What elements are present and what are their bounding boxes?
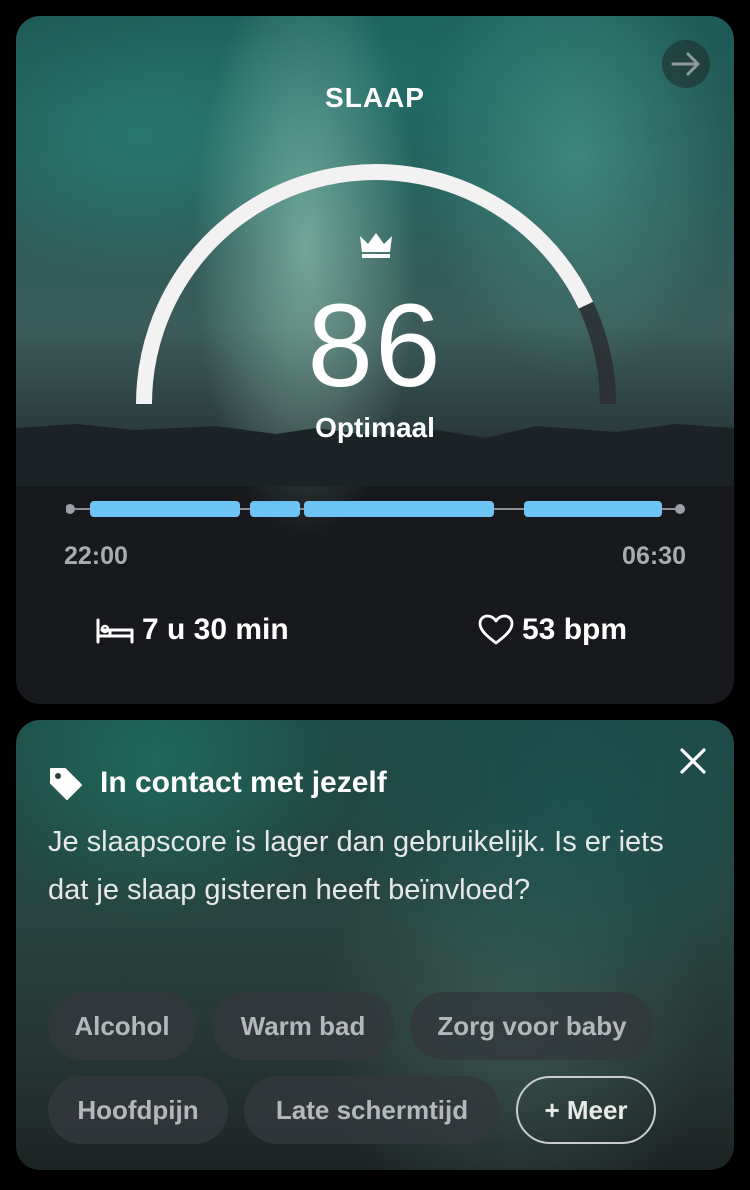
timeline-start-time: 22:00 <box>64 542 128 570</box>
chip-late-schermtijd[interactable]: Late schermtijd <box>244 1076 500 1144</box>
bed-icon <box>96 618 134 644</box>
sleep-score: 86 <box>307 280 443 412</box>
reflection-card: In contact met jezelf Je slaapscore is l… <box>16 720 734 1170</box>
heart-rate: 53 bpm <box>478 612 627 648</box>
heart-rate-value: 53 bpm <box>522 613 628 646</box>
timeline-start-dot <box>66 504 75 514</box>
sleep-card[interactable]: SLAAP 86 Optimaal 22:00 06:30 7 u 30 min… <box>16 16 734 704</box>
chip-warm-bad[interactable]: Warm bad <box>212 992 394 1060</box>
close-icon[interactable] <box>678 746 708 776</box>
timeline-end-time: 06:30 <box>622 542 686 570</box>
sleep-segment <box>250 501 300 517</box>
sleep-rating: Optimaal <box>315 412 435 443</box>
crown-icon <box>360 233 392 258</box>
sleep-segment <box>304 501 494 517</box>
reflection-title: In contact met jezelf <box>100 766 387 799</box>
sleep-duration-value: 7 u 30 min <box>142 613 289 646</box>
sleep-duration: 7 u 30 min <box>96 612 289 648</box>
heart-icon <box>478 614 514 645</box>
sleep-timeline <box>66 501 685 517</box>
chip-hoofdpijn[interactable]: Hoofdpijn <box>48 1076 228 1144</box>
timeline-end-dot <box>675 504 685 514</box>
sleep-segment <box>90 501 240 517</box>
more-button[interactable]: + Meer <box>516 1076 656 1144</box>
tag-icon <box>50 768 82 800</box>
reflection-body: Je slaapscore is lager dan gebruikelijk.… <box>48 826 664 906</box>
chip-zorg-voor-baby[interactable]: Zorg voor baby <box>410 992 654 1060</box>
chip-alcohol[interactable]: Alcohol <box>48 992 196 1060</box>
sleep-segment <box>524 501 662 517</box>
